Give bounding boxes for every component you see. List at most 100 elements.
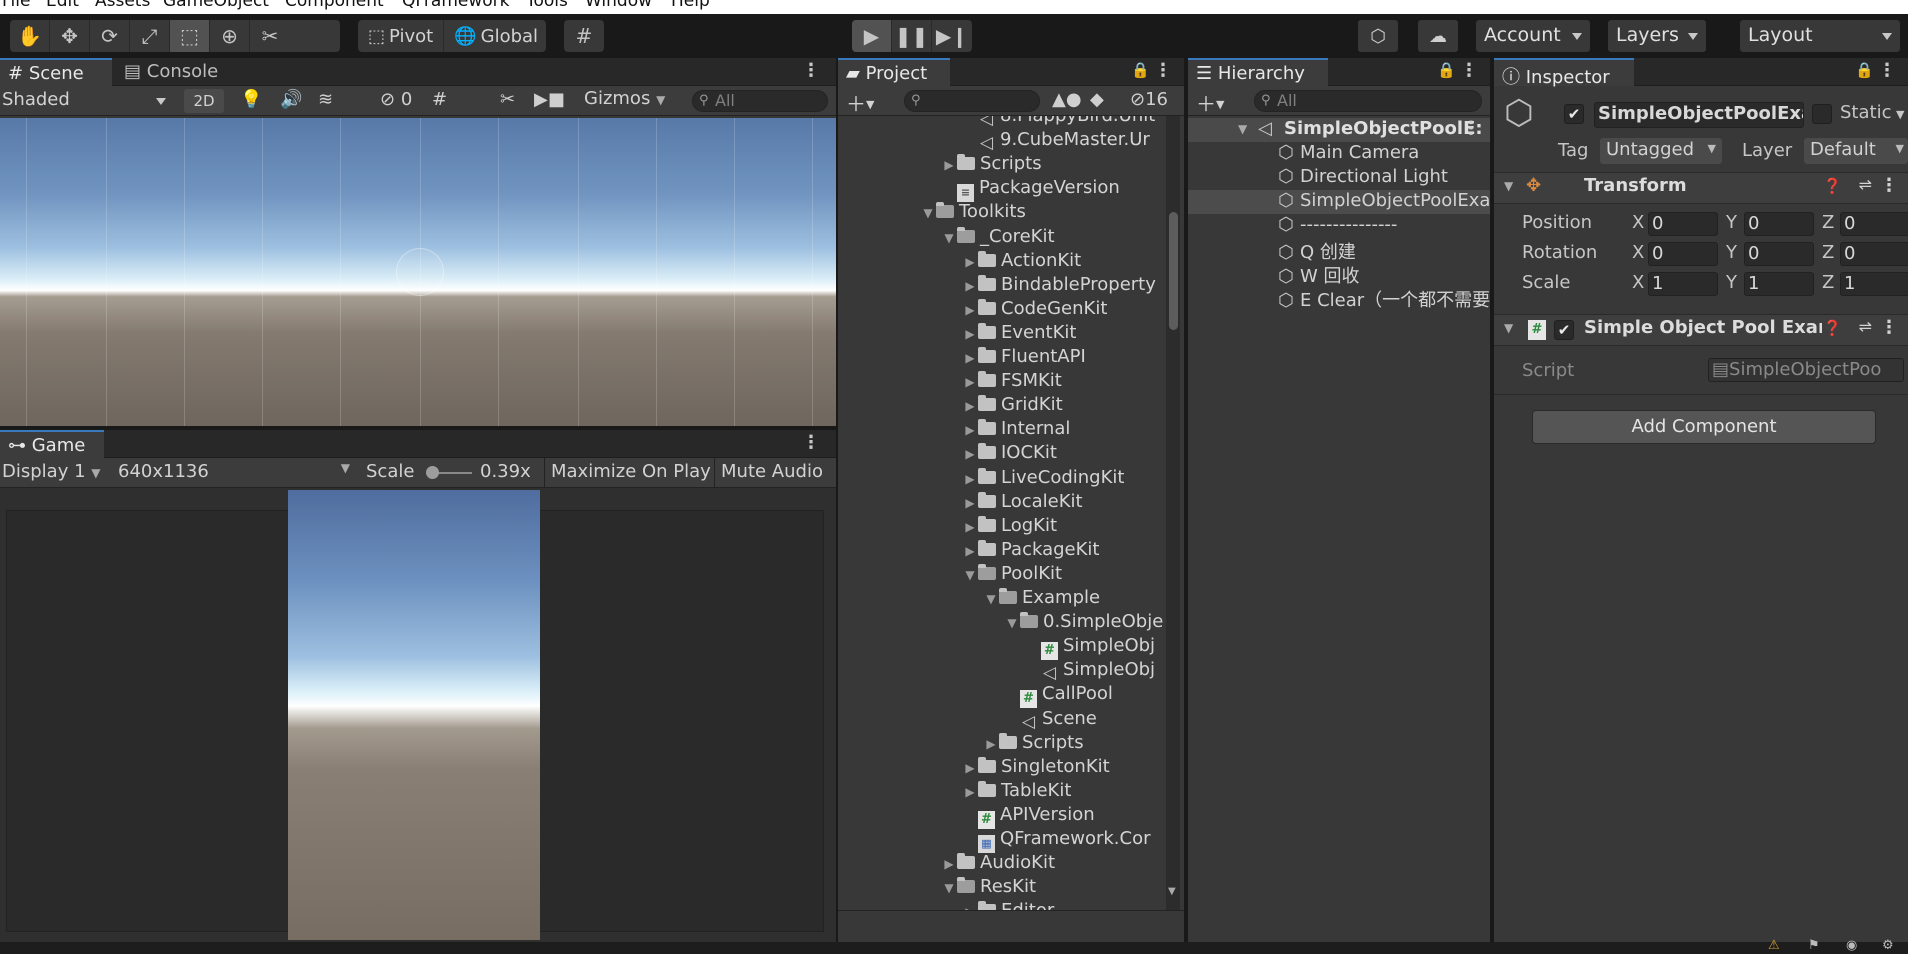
preset-icon[interactable]: ⇌ <box>1859 175 1872 194</box>
project-item[interactable]: ▶ TableKit <box>962 779 1071 803</box>
kebab-menu-icon[interactable]: ⋮ <box>1880 175 1898 196</box>
notification-icon[interactable]: ◉ <box>1846 938 1857 953</box>
project-item[interactable]: ▶ FluentAPI <box>962 345 1085 369</box>
chevron-down-icon[interactable]: ▼ <box>983 587 999 611</box>
kebab-menu-icon[interactable]: ⋮ <box>1880 317 1898 338</box>
project-item[interactable]: ▼ Example <box>983 586 1100 610</box>
menu-qframework[interactable]: QFramework <box>402 0 510 11</box>
chevron-down-icon[interactable]: ▼ <box>962 563 978 587</box>
2d-toggle[interactable]: 2D <box>184 89 224 113</box>
position-z-field[interactable]: 0 <box>1840 212 1908 236</box>
pivot-toggle[interactable]: ⬚ Pivot <box>358 20 445 52</box>
project-item[interactable]: ▶ LiveCodingKit <box>962 466 1124 490</box>
hand-icon[interactable]: ✋ <box>10 20 50 52</box>
menu-file[interactable]: File <box>2 0 30 11</box>
scroll-down-icon[interactable]: ▼ <box>1168 886 1176 897</box>
position-y-field[interactable]: 0 <box>1744 212 1814 236</box>
visibility-icon[interactable]: ⊘ 0 <box>380 89 412 110</box>
audio-icon[interactable]: 🔊 <box>280 89 302 110</box>
resolution-dropdown[interactable]: 640x1136 ▼ <box>118 461 356 482</box>
project-item[interactable]: ◁ 8.FlappyBird.Unit <box>962 116 1155 128</box>
grid-snap-icon[interactable]: # <box>564 20 604 52</box>
project-item[interactable]: ▼ 0.SimpleObje <box>1004 610 1163 634</box>
settings-icon[interactable]: ⚙ <box>1882 938 1894 953</box>
kebab-menu-icon[interactable]: ⋮ <box>1462 118 1480 139</box>
tab-project[interactable]: ▰ Project <box>838 58 950 86</box>
hierarchy-item[interactable]: ⬡ Main Camera <box>1278 142 1490 166</box>
hierarchy-item[interactable]: ⬡ W 回收 <box>1278 262 1490 287</box>
tab-game[interactable]: ⊶ Game <box>0 430 104 458</box>
project-item[interactable]: ▶ PackageKit <box>962 538 1099 562</box>
cloud-icon[interactable]: ☁ <box>1418 20 1458 52</box>
chevron-right-icon[interactable]: ▶ <box>962 756 978 780</box>
tab-console[interactable]: ▤ Console <box>116 58 236 86</box>
chevron-right-icon[interactable]: ▶ <box>941 852 957 876</box>
menu-assets[interactable]: Assets <box>95 0 150 11</box>
static-checkbox[interactable] <box>1812 104 1832 124</box>
project-item[interactable]: ▶ GridKit <box>962 393 1062 418</box>
lock-icon[interactable]: 🔒 <box>1855 61 1874 79</box>
mute-audio-toggle[interactable]: Mute Audio <box>714 458 829 488</box>
camera-icon[interactable]: ▶■ <box>534 89 565 110</box>
rotation-z-field[interactable]: 0 <box>1840 242 1908 266</box>
project-item[interactable]: ▶ IOCKit <box>962 441 1057 465</box>
preset-icon[interactable]: ⇌ <box>1859 317 1872 336</box>
menu-edit[interactable]: Edit <box>46 0 79 11</box>
project-item[interactable]: ▶ Editor <box>962 899 1054 910</box>
project-item[interactable]: ▦ QFramework.Cor <box>962 827 1151 853</box>
gameobject-cube-icon[interactable]: ⬡ <box>1504 96 1534 130</box>
project-item[interactable]: ▶ LogKit <box>962 514 1057 538</box>
project-item[interactable]: ▶ FSMKit <box>962 369 1061 394</box>
hierarchy-search-input[interactable]: ⚲ All <box>1254 90 1482 112</box>
scene-search-input[interactable]: ⚲ All <box>692 90 828 112</box>
project-item[interactable]: # SimpleObj <box>1025 634 1155 661</box>
position-x-field[interactable]: 0 <box>1648 212 1718 236</box>
scene-viewport[interactable] <box>0 118 836 426</box>
chevron-right-icon[interactable]: ▶ <box>962 298 978 322</box>
scale-x-field[interactable]: 1 <box>1648 272 1718 296</box>
project-item[interactable]: ≡ PackageVersion <box>941 176 1120 203</box>
menu-help[interactable]: Help <box>671 0 710 11</box>
project-item[interactable]: ◁ SimpleObj <box>1025 658 1155 682</box>
game-viewport[interactable] <box>288 490 540 940</box>
gizmos-dropdown[interactable]: Gizmos ▼ <box>584 88 665 109</box>
project-search-input[interactable]: ⚲ <box>904 90 1040 112</box>
transform-icon[interactable]: ⊕ <box>210 20 250 52</box>
grid-toggle-icon[interactable]: # <box>432 89 447 110</box>
project-item[interactable]: ◁ Scene <box>1004 707 1097 731</box>
chevron-down-icon[interactable]: ▼ <box>941 226 957 250</box>
layout-dropdown[interactable]: Layout <box>1740 20 1900 52</box>
rotate-icon[interactable]: ⟳ <box>90 20 130 52</box>
project-item[interactable]: ◁ 9.CubeMaster.Ur <box>962 128 1150 152</box>
rotation-x-field[interactable]: 0 <box>1648 242 1718 266</box>
menu-gameobject[interactable]: GameObject <box>163 0 269 11</box>
chevron-right-icon[interactable]: ▶ <box>962 900 978 910</box>
object-name-field[interactable]: SimpleObjectPoolExam <box>1594 102 1804 128</box>
chevron-right-icon[interactable]: ▶ <box>962 394 978 418</box>
scale-z-field[interactable]: 1 <box>1840 272 1908 296</box>
chevron-right-icon[interactable]: ▶ <box>941 153 957 177</box>
project-item[interactable]: # CallPool <box>1004 682 1113 709</box>
step-icon[interactable]: ▶❙ <box>932 20 972 52</box>
project-item[interactable]: ▶ LocaleKit <box>962 490 1082 514</box>
global-toggle[interactable]: 🌐 Global <box>444 20 546 52</box>
chevron-right-icon[interactable]: ▶ <box>962 442 978 466</box>
warning-icon[interactable]: ⚠ <box>1768 938 1780 953</box>
lighting-icon[interactable]: 💡 <box>240 89 262 110</box>
chevron-right-icon[interactable]: ▶ <box>962 274 978 298</box>
chevron-right-icon[interactable]: ▶ <box>962 370 978 394</box>
play-icon[interactable]: ▶ <box>852 20 892 52</box>
create-dropdown[interactable]: ＋▼ <box>1196 88 1224 117</box>
create-dropdown[interactable]: ＋▼ <box>846 88 874 117</box>
kebab-menu-icon[interactable]: ⋮ <box>1154 60 1172 81</box>
menu-window[interactable]: Window <box>585 0 652 11</box>
project-scrollbar-thumb[interactable] <box>1169 212 1178 330</box>
layer-dropdown[interactable]: Default ▼ <box>1804 138 1908 164</box>
display-dropdown[interactable]: Display 1 ▼ <box>2 461 114 482</box>
rotation-y-field[interactable]: 0 <box>1744 242 1814 266</box>
move-icon[interactable]: ✥ <box>50 20 90 52</box>
collab-icon[interactable]: ⬡ <box>1358 20 1398 52</box>
scene-gizmo[interactable] <box>396 248 444 296</box>
chevron-right-icon[interactable]: ▶ <box>962 322 978 346</box>
project-item[interactable]: # APIVersion <box>962 803 1095 829</box>
